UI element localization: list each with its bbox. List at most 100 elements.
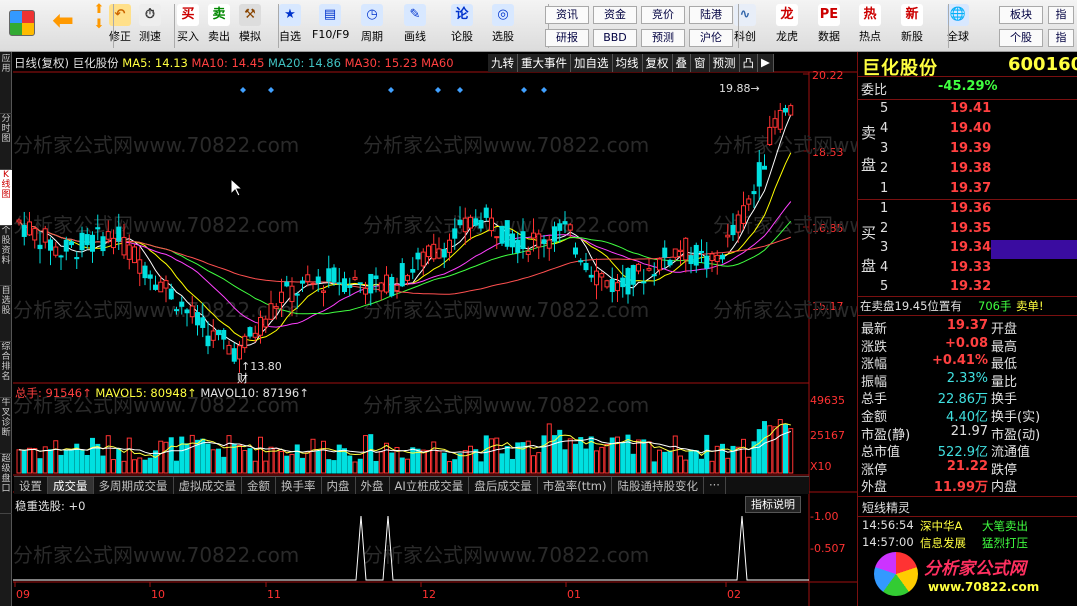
left-tab-2[interactable]: K线图 — [0, 170, 12, 226]
chart-menu-item-6[interactable]: 窗 — [691, 54, 710, 72]
ask-row-2: 2 19.38 — [858, 161, 1077, 181]
toolbar-text-button-top-3[interactable]: 陆港 — [689, 6, 733, 24]
chart-menu-item-5[interactable]: 叠 — [672, 54, 691, 72]
toolbar-text-button-top-2[interactable]: 竞价 — [641, 6, 685, 24]
ask-price: 19.40 — [950, 121, 992, 136]
home-button[interactable] — [4, 2, 40, 50]
candle-body — [158, 281, 164, 293]
chart-menu-item-0[interactable]: 九转 — [488, 54, 518, 72]
candle-body — [373, 275, 379, 280]
elf-title[interactable]: 短线精灵 — [862, 499, 910, 516]
quote-panel: 巨化股份 600160 委比 -45.29% 5 19.41 4 19.40 3 19.3… — [857, 52, 1077, 606]
kline-chart[interactable]: 20.2218.5316.8515.174963525167X10-1.00-0… — [13, 52, 857, 606]
candle-body — [704, 255, 710, 269]
watermark: 分析家公式网www.70822.com — [363, 543, 649, 567]
candle-body — [221, 330, 227, 340]
candle-body — [174, 309, 179, 312]
candle-body — [494, 236, 500, 239]
indicator-tab-3[interactable]: 虚拟成交量 — [174, 477, 242, 494]
volume-bar — [457, 453, 463, 474]
toolbar-text-button-top-1[interactable]: 资金 — [593, 6, 637, 24]
toolbar-button-12[interactable]: 龙龙虎 — [769, 2, 805, 50]
volume-bar — [667, 450, 673, 474]
indicator-tab-9[interactable]: 盘后成交量 — [469, 477, 538, 494]
elf-stock: 深中华A — [920, 519, 963, 533]
volume-bar — [174, 460, 179, 474]
toolbar-button-16[interactable]: 🌐 全球 — [940, 2, 976, 50]
stat-value-a: +0.08 — [945, 335, 988, 351]
toolbar-button-1[interactable]: ⏱ 测速 — [132, 2, 168, 50]
candle-body — [210, 330, 216, 341]
ask-row-5: 5 19.41 — [858, 101, 1077, 121]
candle-body — [53, 246, 59, 256]
volume-bar — [48, 449, 53, 474]
volume-bar — [116, 448, 122, 474]
indicator-tab-8[interactable]: AI立桩成交量 — [390, 477, 470, 494]
chart-menu-item-2[interactable]: 加自选 — [571, 54, 613, 72]
toolbar-text-button-bottom-0[interactable]: 研报 — [545, 29, 589, 47]
indicator-help-button[interactable]: 指标说明 — [745, 496, 801, 513]
indicator-tab-5[interactable]: 换手率 — [276, 477, 322, 494]
mavol10-label: MAVOL10: 87196↑ — [200, 386, 309, 400]
indicator-tab-11[interactable]: 陆股通持股变化 — [612, 477, 704, 494]
ask-level: 1 — [880, 181, 889, 196]
toolbar-text-button-top-5[interactable]: 指 — [1048, 6, 1074, 24]
toolbar-button-14[interactable]: 热热点 — [852, 2, 888, 50]
toolbar-text-button-bottom-4[interactable]: 个股 — [999, 29, 1043, 47]
indicator-tab-4[interactable]: 金额 — [242, 477, 276, 494]
toolbar-text-button-bottom-2[interactable]: 预测 — [641, 29, 685, 47]
left-tab-1[interactable]: 分时图 — [0, 114, 12, 170]
left-tab-4[interactable]: 自选股 — [0, 286, 12, 342]
chart-menu-item-1[interactable]: 重大事件 — [518, 54, 571, 72]
candle-body — [599, 273, 605, 278]
toolbar-text-button-top-4[interactable]: 板块 — [999, 6, 1043, 24]
finance-marker[interactable]: 财 — [237, 371, 248, 385]
bid-row-1: 1 19.36 — [858, 201, 1077, 221]
stat-label-a: 外盘 — [861, 480, 888, 496]
candle-body — [678, 249, 683, 252]
chart-menu: 九转 重大事件 加自选 均线 复权叠窗预测凸 ▶ — [488, 54, 774, 72]
toolbar-button-7[interactable]: ◷ 周期 — [354, 2, 390, 50]
indicator-tab-1[interactable]: 成交量 — [48, 477, 94, 494]
left-tab-6[interactable]: 牛叉诊断 — [0, 398, 12, 454]
toolbar-button-10[interactable]: ◎ 选股 — [485, 2, 521, 50]
volume-bar — [326, 459, 332, 474]
candle-body — [762, 165, 767, 170]
back-button[interactable]: ⬅ — [46, 2, 80, 50]
indicator-tab-6[interactable]: 内盘 — [322, 477, 356, 494]
volume-bar — [662, 451, 668, 474]
toolbar-text-button-bottom-5[interactable]: 指 — [1048, 29, 1074, 47]
chart-menu-item-9[interactable]: ▶ — [758, 54, 774, 72]
chart-menu-item-8[interactable]: 凸 — [739, 54, 758, 72]
toolbar-button-8[interactable]: ✎ 画线 — [397, 2, 433, 50]
chart-menu-item-4[interactable]: 复权 — [642, 54, 673, 72]
indicator-tab-2[interactable]: 多周期成交量 — [94, 477, 174, 494]
indicator-tab-0[interactable]: 设置 — [14, 477, 48, 494]
indicator-tab-10[interactable]: 市盈率(ttm) — [538, 477, 613, 494]
toolbar-button-4[interactable]: ⚒ 模拟 — [232, 2, 268, 50]
volume-bar — [709, 460, 715, 474]
indicator-tab-12[interactable]: ··· — [704, 477, 726, 494]
toolbar-button-15[interactable]: 新新股 — [894, 2, 930, 50]
toolbar-button-9[interactable]: 论论股 — [444, 2, 480, 50]
candle-body — [79, 232, 85, 251]
indicator-tick-label: -1.00 — [810, 510, 838, 523]
indicator-tab-7[interactable]: 外盘 — [356, 477, 390, 494]
chart-menu-item-3[interactable]: 均线 — [612, 54, 643, 72]
volume-bar — [373, 460, 379, 474]
left-tab-3[interactable]: 个股资料 — [0, 226, 12, 286]
toolbar-button-13[interactable]: PE 数据 — [811, 2, 847, 50]
toolbar-text-button-bottom-3[interactable]: 沪伦 — [689, 29, 733, 47]
left-tab-5[interactable]: 综合排名 — [0, 342, 12, 398]
left-tab-0[interactable]: 应用 — [0, 54, 12, 114]
candle-body — [699, 250, 704, 253]
toolbar-button-6[interactable]: ▤ F10/F9 — [312, 2, 349, 50]
toolbar-text-button-top-0[interactable]: 资讯 — [545, 6, 589, 24]
candle-body — [588, 274, 594, 278]
candle-body — [441, 249, 447, 258]
period-label[interactable]: 日线(复权) — [14, 56, 69, 70]
toolbar-text-button-bottom-1[interactable]: BBD — [593, 29, 637, 47]
left-tab-7[interactable]: 超级盘口 — [0, 454, 12, 514]
bid-volume-bar — [991, 240, 1077, 259]
chart-menu-item-7[interactable]: 预测 — [709, 54, 740, 72]
